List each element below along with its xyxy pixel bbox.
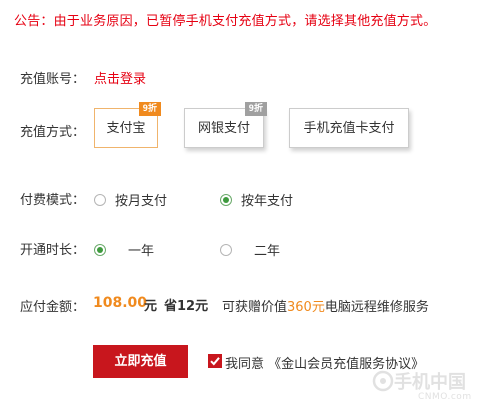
amount-unit: 元 xyxy=(144,299,158,314)
radio-unchecked-icon[interactable] xyxy=(94,193,106,206)
gift-value: 360元 xyxy=(287,300,325,315)
billing-yearly-option[interactable]: 按年支付 xyxy=(220,190,293,209)
billing-monthly-label: 按月支付 xyxy=(115,194,168,209)
duration-1year-label: 一年 xyxy=(128,244,155,259)
duration-2year-label: 二年 xyxy=(254,244,281,259)
duration-2year-option[interactable]: 二年 xyxy=(220,240,280,259)
gift-prefix: 可获赠价值 xyxy=(222,300,288,315)
discount-badge: 9折 xyxy=(138,102,161,116)
gift-suffix: 电脑远程维修服务 xyxy=(324,300,429,315)
cnmo-logo-icon xyxy=(372,370,394,392)
amount-value: 108.00 xyxy=(93,295,148,311)
watermark-logo: 手机中国 CNMO.com xyxy=(372,368,482,408)
amount-label: 应付金额： xyxy=(20,300,86,315)
billing-monthly-option[interactable]: 按月支付 xyxy=(94,190,167,209)
method-option-alipay[interactable]: 支付宝 9折 xyxy=(94,102,161,148)
radio-checked-icon[interactable] xyxy=(220,193,232,206)
radio-checked-icon[interactable] xyxy=(94,243,106,256)
billing-yearly-label: 按年支付 xyxy=(241,194,294,209)
duration-1year-option[interactable]: 一年 xyxy=(94,240,154,259)
agree-checkbox[interactable] xyxy=(208,354,222,368)
radio-unchecked-icon[interactable] xyxy=(220,243,232,256)
account-label: 充值账号： xyxy=(20,72,86,87)
checkmark-icon xyxy=(210,357,220,366)
method-option-netbank[interactable]: 网银支付 9折 xyxy=(184,102,267,148)
method-option-label: 网银支付 xyxy=(197,121,250,136)
duration-label: 开通时长： xyxy=(20,243,86,258)
savings-text: 省12元 xyxy=(164,299,209,314)
login-link[interactable]: 点击登录 xyxy=(94,68,146,87)
billing-label: 付费模式： xyxy=(20,193,86,208)
watermark-line1: 手机中国 xyxy=(394,372,466,393)
method-label: 充值方式： xyxy=(20,125,86,140)
agree-prefix: 我同意 xyxy=(225,357,265,372)
gift-text: 可获赠价值360元电脑远程维修服务 xyxy=(222,296,429,315)
pay-now-button[interactable]: 立即充值 xyxy=(93,345,188,378)
method-option-label: 手机充值卡支付 xyxy=(303,121,395,136)
notice-text: 公告：由于业务原因，已暂停手机支付充值方式，请选择其他充值方式。 xyxy=(14,14,437,29)
discount-badge: 9折 xyxy=(244,102,267,116)
method-option-label: 支付宝 xyxy=(106,121,146,136)
watermark-line2: CNMO.com xyxy=(418,392,472,402)
method-option-phonecard[interactable]: 手机充值卡支付 xyxy=(289,108,409,148)
